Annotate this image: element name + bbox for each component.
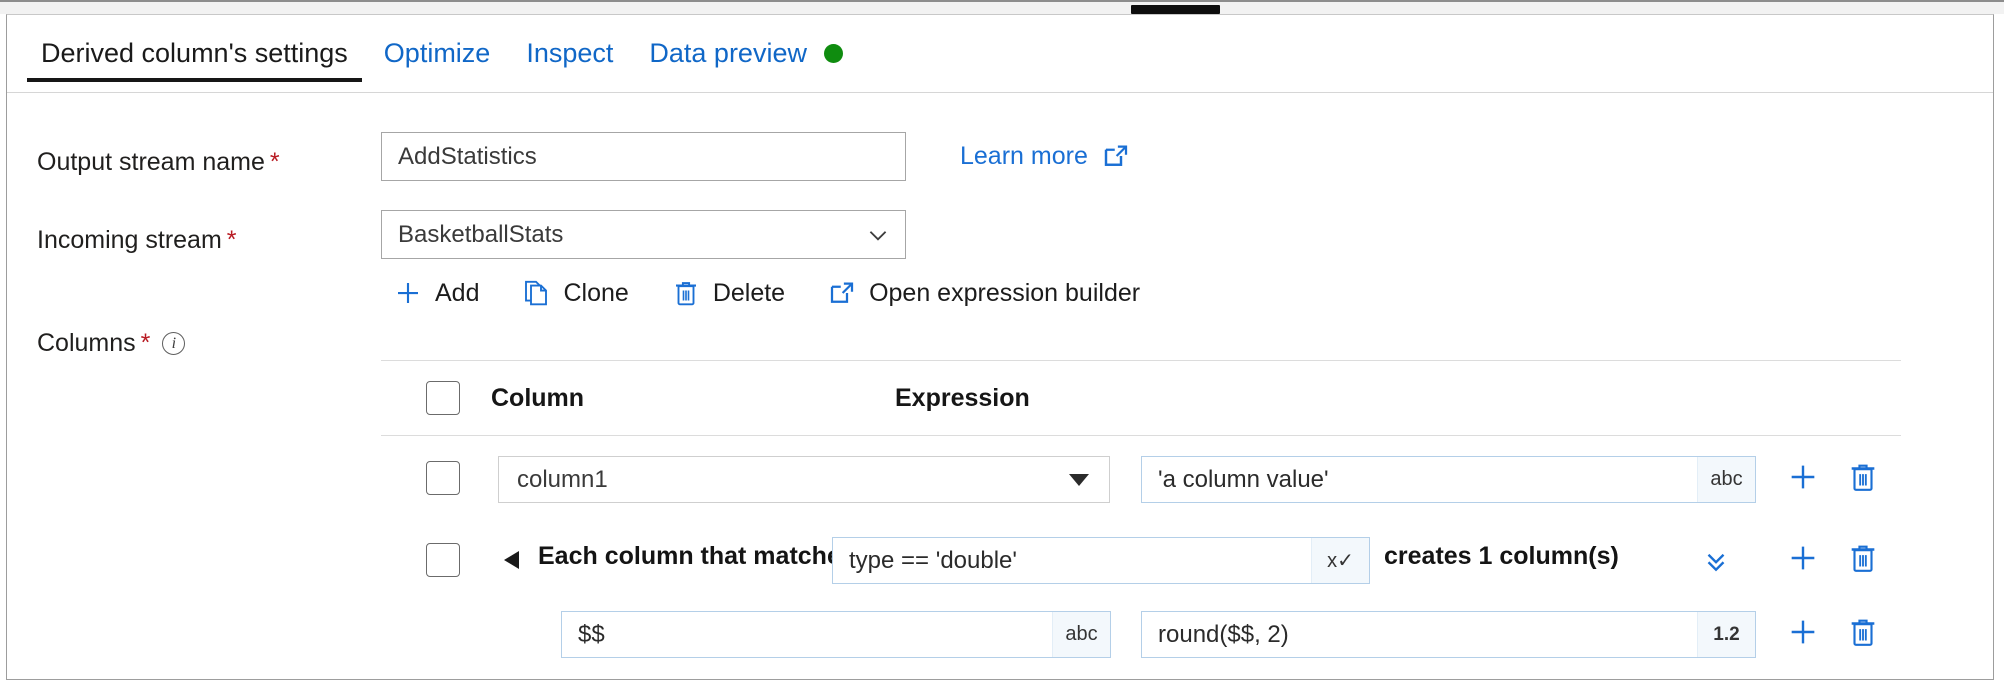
match-condition-input[interactable]: type == 'double' x✓ <box>832 537 1370 584</box>
panel-frame: Derived column's settings Optimize Inspe… <box>6 14 1994 680</box>
column-header-column: Column <box>491 384 584 413</box>
row-actions <box>1786 541 1880 575</box>
delete-row-icon[interactable] <box>1846 541 1880 575</box>
output-stream-name-value: AddStatistics <box>398 143 537 171</box>
tab-label: Optimize <box>384 38 491 69</box>
select-all-checkbox[interactable] <box>426 381 460 415</box>
expression-input[interactable]: 'a column value' abc <box>1141 456 1756 503</box>
label-text: Columns <box>37 329 136 357</box>
column-name-dropdown[interactable]: column1 <box>498 456 1110 503</box>
panel-drag-handle[interactable] <box>1131 5 1220 14</box>
plus-icon <box>393 278 423 308</box>
creates-columns-label: creates 1 column(s) <box>1384 542 1619 571</box>
clone-icon <box>521 278 551 308</box>
add-row-icon[interactable] <box>1786 615 1820 649</box>
table-row: column1 'a column value' abc <box>381 436 1901 520</box>
columns-grid: Column Expression column1 'a column valu… <box>381 360 1901 680</box>
match-condition-type-indicator: x✓ <box>1311 538 1369 583</box>
expression-value: 'a column value' <box>1142 466 1697 494</box>
tab-data-preview[interactable]: Data preview <box>631 15 861 92</box>
tab-optimize[interactable]: Optimize <box>366 15 509 92</box>
incoming-stream-label: Incoming stream* <box>37 226 237 255</box>
collapse-triangle-icon[interactable] <box>504 551 519 569</box>
output-stream-name-label: Output stream name* <box>37 148 280 177</box>
output-stream-name-input[interactable]: AddStatistics <box>381 132 906 181</box>
caret-down-icon <box>1069 474 1089 486</box>
data-preview-status-dot <box>824 44 843 63</box>
delete-button[interactable]: Delete <box>671 278 785 308</box>
rule-name-expression-value: $$ <box>562 621 1052 649</box>
delete-row-icon[interactable] <box>1846 615 1880 649</box>
columns-label: Columns* i <box>37 329 185 358</box>
derived-column-settings-panel: Derived column's settings Optimize Inspe… <box>0 0 2004 687</box>
row-checkbox[interactable] <box>426 543 460 577</box>
add-button[interactable]: Add <box>393 278 479 308</box>
expression-type-indicator: abc <box>1697 457 1755 502</box>
external-link-icon <box>1101 141 1131 171</box>
required-asterisk: * <box>270 148 280 176</box>
open-expression-builder-label: Open expression builder <box>869 279 1140 308</box>
form-body: Output stream name* AddStatistics Learn … <box>7 93 1993 679</box>
learn-more-label: Learn more <box>960 142 1088 171</box>
clone-label: Clone <box>563 279 628 308</box>
rule-value-type-indicator: 1.2 <box>1697 612 1755 657</box>
double-chevron-down-icon[interactable] <box>1701 546 1731 576</box>
rule-name-type-indicator: abc <box>1052 612 1110 657</box>
grid-header-row: Column Expression <box>381 361 1901 435</box>
incoming-stream-select[interactable]: BasketballStats <box>381 210 906 259</box>
external-link-icon <box>827 278 857 308</box>
add-row-icon[interactable] <box>1786 460 1820 494</box>
chevron-down-icon <box>865 222 891 248</box>
add-label: Add <box>435 279 479 308</box>
tab-bar: Derived column's settings Optimize Inspe… <box>7 15 1993 93</box>
required-asterisk: * <box>141 329 151 357</box>
column-name-value: column1 <box>517 466 608 494</box>
tab-derived-column-settings[interactable]: Derived column's settings <box>23 15 366 92</box>
tab-label: Inspect <box>526 38 613 69</box>
row-checkbox[interactable] <box>426 461 460 495</box>
clone-button[interactable]: Clone <box>521 278 628 308</box>
learn-more-link[interactable]: Learn more <box>960 141 1131 171</box>
delete-label: Delete <box>713 279 785 308</box>
open-expression-builder-button[interactable]: Open expression builder <box>827 278 1140 308</box>
label-text: Incoming stream <box>37 226 222 254</box>
tab-label: Data preview <box>649 38 807 69</box>
table-row: Each column that matches type == 'double… <box>381 520 1901 600</box>
tab-inspect[interactable]: Inspect <box>508 15 631 92</box>
required-asterisk: * <box>227 226 237 254</box>
each-column-that-matches-label: Each column that matches <box>538 542 855 571</box>
label-text: Output stream name <box>37 148 265 176</box>
table-row: $$ abc round($$, 2) 1.2 <box>381 600 1901 680</box>
add-row-icon[interactable] <box>1786 541 1820 575</box>
column-header-expression: Expression <box>895 384 1030 413</box>
panel-top-strip <box>0 0 2004 14</box>
rule-name-expression-input[interactable]: $$ abc <box>561 611 1111 658</box>
rule-value-expression-value: round($$, 2) <box>1142 621 1697 649</box>
incoming-stream-value: BasketballStats <box>398 221 563 249</box>
row-actions <box>1786 615 1880 649</box>
tab-label: Derived column's settings <box>41 38 348 69</box>
rule-value-expression-input[interactable]: round($$, 2) 1.2 <box>1141 611 1756 658</box>
columns-toolbar: Add Clone <box>393 278 1182 308</box>
info-icon[interactable]: i <box>162 332 185 355</box>
trash-icon <box>671 278 701 308</box>
row-actions <box>1786 460 1880 494</box>
match-condition-value: type == 'double' <box>833 547 1311 575</box>
delete-row-icon[interactable] <box>1846 460 1880 494</box>
